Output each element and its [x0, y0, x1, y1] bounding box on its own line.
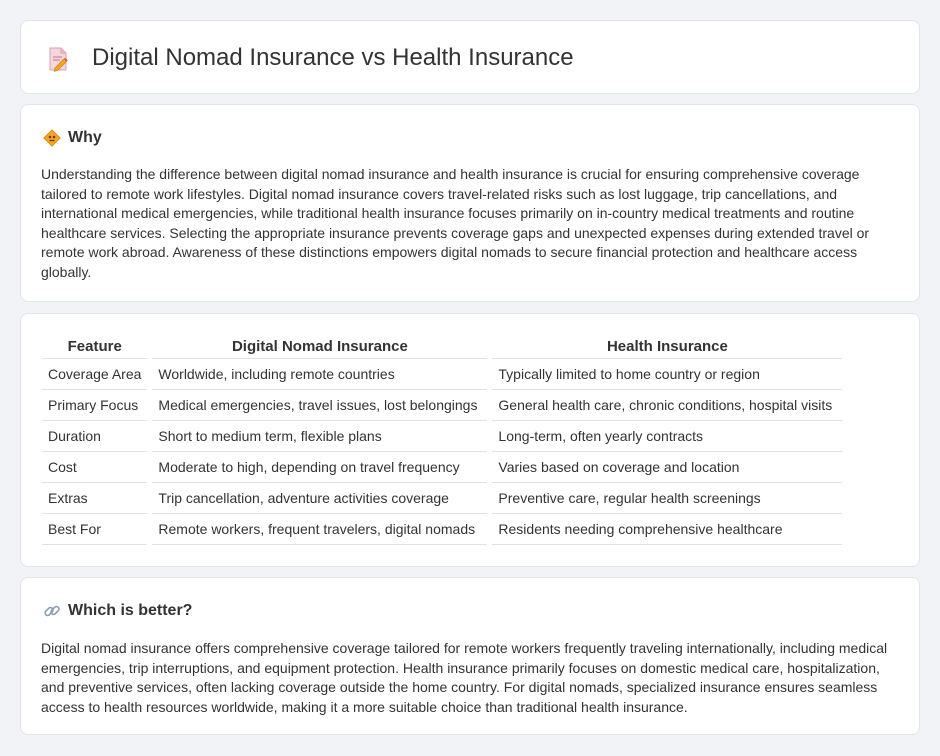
diamond-road-sign-icon	[43, 129, 61, 147]
title-card: Digital Nomad Insurance vs Health Insura…	[20, 20, 920, 94]
better-text: Digital nomad insurance offers comprehen…	[41, 640, 888, 715]
feature-cell: Best For	[42, 514, 148, 545]
table-row: Extras Trip cancellation, adventure acti…	[42, 483, 843, 514]
digital-nomad-cell: Trip cancellation, adventure activities …	[152, 483, 488, 514]
digital-nomad-cell: Remote workers, frequent travelers, digi…	[152, 514, 488, 545]
better-heading: Which is better?	[43, 600, 192, 622]
feature-cell: Extras	[42, 483, 148, 514]
better-title: Which is better?	[68, 602, 193, 619]
health-cell: Typically limited to home country or reg…	[492, 359, 843, 390]
feature-cell: Cost	[42, 452, 148, 483]
digital-nomad-cell: Worldwide, including remote countries	[152, 359, 488, 390]
link-icon	[43, 602, 61, 620]
why-section: Why Understanding the difference between…	[20, 104, 920, 302]
health-cell: Varies based on coverage and location	[492, 452, 843, 483]
column-header-digital-nomad: Digital Nomad Insurance	[152, 335, 488, 359]
why-text: Understanding the difference between dig…	[41, 166, 870, 280]
table-row: Primary Focus Medical emergencies, trave…	[42, 390, 843, 421]
table-row: Best For Remote workers, frequent travel…	[42, 514, 843, 545]
health-cell: Preventive care, regular health screenin…	[492, 483, 843, 514]
table-row: Duration Short to medium term, flexible …	[42, 421, 843, 452]
column-header-health: Health Insurance	[492, 335, 843, 359]
document-pencil-icon	[47, 46, 69, 72]
table-header-row: Feature Digital Nomad Insurance Health I…	[42, 335, 843, 359]
health-cell: Residents needing comprehensive healthca…	[492, 514, 843, 545]
which-is-better-section: Which is better? Digital nomad insurance…	[20, 577, 920, 735]
health-cell: General health care, chronic conditions,…	[492, 390, 843, 421]
digital-nomad-cell: Moderate to high, depending on travel fr…	[152, 452, 488, 483]
digital-nomad-cell: Medical emergencies, travel issues, lost…	[152, 390, 488, 421]
why-heading: Why	[43, 127, 102, 149]
comparison-table-card: Feature Digital Nomad Insurance Health I…	[20, 313, 920, 567]
comparison-table: Feature Digital Nomad Insurance Health I…	[37, 335, 847, 545]
feature-cell: Primary Focus	[42, 390, 148, 421]
feature-cell: Coverage Area	[42, 359, 148, 390]
why-title: Why	[68, 129, 102, 146]
column-header-feature: Feature	[42, 335, 148, 359]
feature-cell: Duration	[42, 421, 148, 452]
table-row: Cost Moderate to high, depending on trav…	[42, 452, 843, 483]
page-title: Digital Nomad Insurance vs Health Insura…	[92, 44, 574, 71]
digital-nomad-cell: Short to medium term, flexible plans	[152, 421, 488, 452]
table-row: Coverage Area Worldwide, including remot…	[42, 359, 843, 390]
health-cell: Long-term, often yearly contracts	[492, 421, 843, 452]
